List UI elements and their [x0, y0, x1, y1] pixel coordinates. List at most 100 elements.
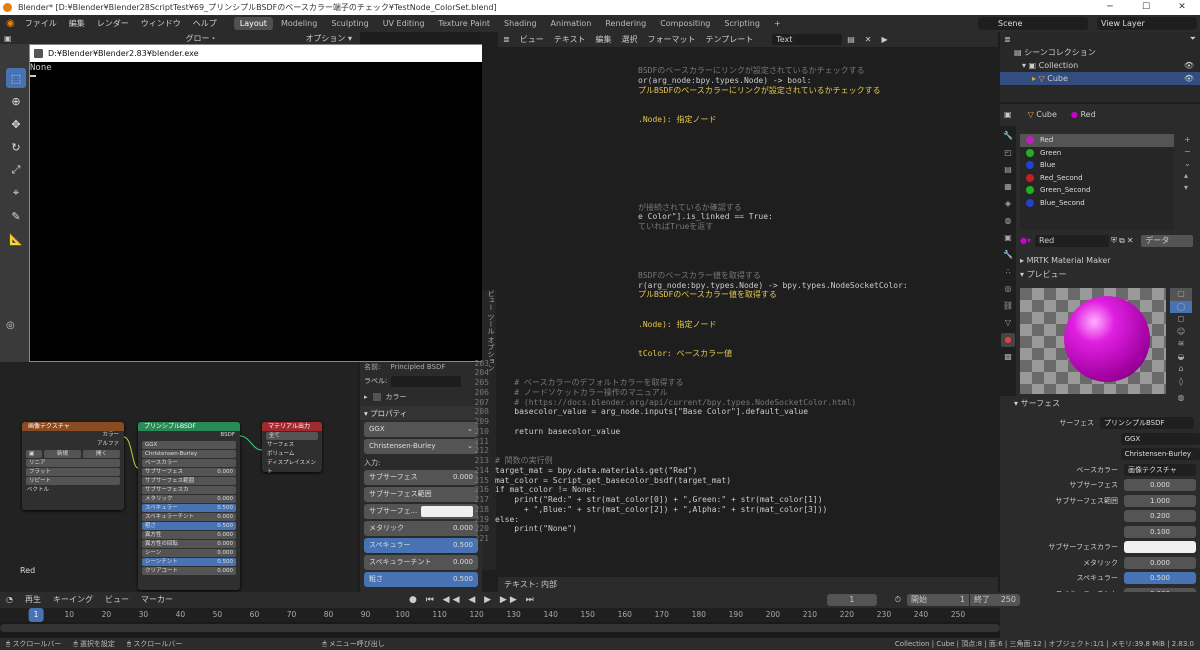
- view-layer-tab-icon[interactable]: ▦: [1001, 180, 1015, 194]
- outliner-cube[interactable]: ▸ ▽ Cube 👁: [1000, 72, 1200, 85]
- property-value[interactable]: 0.000: [1124, 556, 1196, 569]
- data-tab-icon[interactable]: ▽: [1001, 316, 1015, 330]
- tab-layout[interactable]: Layout: [233, 17, 273, 30]
- text-menu-edit[interactable]: 編集: [590, 32, 616, 47]
- timeline-body[interactable]: [0, 622, 1000, 638]
- measure-icon[interactable]: 📐: [6, 229, 26, 249]
- node-name-value[interactable]: Principled BSDF: [390, 363, 445, 371]
- preview-flat-icon[interactable]: ▢: [1170, 288, 1192, 301]
- transform-icon[interactable]: ⌖: [6, 183, 26, 203]
- outliner-collection[interactable]: ▾ ▣ Collection 👁: [1000, 59, 1200, 72]
- start-frame-field[interactable]: 開始 1: [906, 594, 969, 606]
- current-frame-field[interactable]: 1: [826, 594, 877, 606]
- material-slot[interactable]: Blue_Second: [1020, 197, 1174, 210]
- menu-window[interactable]: ウィンドウ: [135, 15, 187, 32]
- material-slot[interactable]: Red: [1020, 134, 1174, 147]
- view-layer-selector[interactable]: View Layer: [1097, 17, 1197, 30]
- surface-panel[interactable]: ▾ サーフェス: [1014, 397, 1060, 409]
- visibility-eye-icon[interactable]: 👁: [1184, 74, 1200, 83]
- node-input-field[interactable]: メタリック 0.000: [364, 521, 478, 536]
- scale-icon[interactable]: ⤢: [6, 160, 26, 180]
- mrtk-panel[interactable]: ▸ MRTK Material Maker: [1020, 254, 1111, 266]
- node-sss-dropdown[interactable]: Christensen-Burley ⌄: [364, 439, 478, 454]
- world-tab-icon[interactable]: ◍: [1001, 214, 1015, 228]
- cursor-icon[interactable]: ⊕: [6, 91, 26, 111]
- outliner-type-icon[interactable]: ≣: [1004, 35, 1011, 44]
- properties-type-icon[interactable]: ▣: [1004, 110, 1012, 119]
- color-swatch[interactable]: [421, 506, 473, 517]
- property-value[interactable]: 0.000: [1124, 479, 1196, 491]
- node-label-input[interactable]: [391, 375, 462, 387]
- move-down-icon[interactable]: ▾: [1184, 182, 1194, 194]
- tab-sculpting[interactable]: Sculpting: [325, 17, 374, 30]
- output-tab-icon[interactable]: ▤: [1001, 163, 1015, 177]
- preview-monkey-icon[interactable]: ☺: [1170, 326, 1192, 339]
- preview-shaderball-icon[interactable]: ◒: [1170, 351, 1192, 364]
- remove-slot-icon[interactable]: −: [1184, 146, 1194, 158]
- timeline-ruler[interactable]: 1 10 20 30 40 50 60 70 80 90 100 110 120 130 140 150 160…: [0, 608, 1000, 622]
- node-input-field[interactable]: サブサーフェス 0.000: [364, 470, 478, 485]
- constraints-tab-icon[interactable]: ⛓: [1001, 299, 1015, 313]
- node-properties-section[interactable]: ▾ プロパティ: [360, 406, 482, 420]
- properties-editor[interactable]: ▣ ▽ Cube ● Red Red Green Blue Red_Second Gre…: [1000, 104, 1200, 631]
- text-editor-type-icon[interactable]: ≣: [498, 32, 515, 47]
- tool-tab-icon[interactable]: 🔧: [1001, 129, 1015, 143]
- base-color-link-button[interactable]: 画像テクスチャ: [1124, 463, 1196, 476]
- add-slot-icon[interactable]: +: [1184, 134, 1194, 146]
- tab-rendering[interactable]: Rendering: [599, 17, 652, 30]
- tab-shading[interactable]: Shading: [498, 17, 543, 30]
- close-button[interactable]: ✕: [1164, 0, 1200, 15]
- object-tab-icon[interactable]: ▣: [1001, 231, 1015, 245]
- node-distribution-dropdown[interactable]: GGX ⌄: [364, 422, 478, 437]
- tab-uv-editing[interactable]: UV Editing: [377, 17, 431, 30]
- menu-file[interactable]: ファイル: [19, 15, 63, 32]
- timeline-type-icon[interactable]: ◔: [0, 592, 19, 608]
- minimize-button[interactable]: ─: [1092, 0, 1128, 15]
- preview-sphere-icon[interactable]: ◯: [1170, 300, 1192, 313]
- scene-selector[interactable]: Scene: [978, 17, 1088, 30]
- node-input-field[interactable]: スペキュラー 0.500: [364, 538, 478, 553]
- view-mode-icon[interactable]: ◎: [6, 320, 26, 334]
- tab-animation[interactable]: Animation: [545, 17, 598, 30]
- color-swatch[interactable]: [1124, 541, 1196, 553]
- move-icon[interactable]: ✥: [6, 114, 26, 134]
- material-sphere-icon[interactable]: ●▾: [1020, 236, 1031, 245]
- tab-scripting[interactable]: Scripting: [718, 17, 766, 30]
- timeline-menu-keying[interactable]: キーイング: [47, 592, 99, 608]
- filter-icon[interactable]: ⏷: [1190, 34, 1200, 44]
- preview-panel[interactable]: ▾ プレビュー: [1020, 268, 1067, 280]
- node-editor[interactable]: 画像テクスチャ カラー アルファ ▣ 新規 開く リニア フラット リピート ベ…: [0, 362, 358, 592]
- menu-render[interactable]: レンダー: [91, 15, 135, 32]
- unlink-icon[interactable]: ✕: [1127, 236, 1134, 245]
- node-input-field[interactable]: スペキュラーチント 0.000: [364, 555, 478, 570]
- node-input-field[interactable]: 粗さ 0.500: [364, 572, 478, 587]
- material-slot-list[interactable]: Red Green Blue Red_Second Green_Second Blue_S…: [1020, 134, 1174, 230]
- editor-type-icon[interactable]: ▣: [0, 34, 16, 43]
- surface-shader-dropdown[interactable]: プリンシプルBSDF: [1100, 417, 1194, 429]
- playback-controls[interactable]: ● ⏮ ◀◀ ◀ ▶ ▶▶ ⏭: [409, 595, 537, 605]
- end-frame-field[interactable]: 終了 250: [969, 594, 1020, 606]
- preview-hair-icon[interactable]: ≋: [1170, 338, 1192, 351]
- menu-help[interactable]: ヘルプ: [187, 15, 223, 32]
- select-box-icon[interactable]: ⬚: [6, 68, 26, 88]
- viewport-options-button[interactable]: オプション ▾: [305, 33, 360, 44]
- expand-arrow-icon[interactable]: ▸: [364, 393, 368, 401]
- move-up-icon[interactable]: ▴: [1184, 170, 1194, 182]
- annotate-icon[interactable]: ✎: [6, 206, 26, 226]
- timeline-menu-view[interactable]: ビュー: [99, 592, 135, 608]
- blender-menu-icon[interactable]: ◉: [6, 18, 19, 29]
- tab-modeling[interactable]: Modeling: [275, 17, 323, 30]
- material-slot[interactable]: Green: [1020, 147, 1174, 160]
- material-slot[interactable]: Blue: [1020, 159, 1174, 172]
- material-slot[interactable]: Green_Second: [1020, 184, 1174, 197]
- fake-user-icon[interactable]: ⛨: [1111, 236, 1117, 246]
- modifier-tab-icon[interactable]: 🔧: [1001, 248, 1015, 262]
- timeline-menu-marker[interactable]: マーカー: [135, 592, 179, 608]
- preview-cube-icon[interactable]: ◻: [1170, 313, 1192, 326]
- duplicate-icon[interactable]: ⧉: [1119, 236, 1125, 246]
- text-menu-text[interactable]: テキスト: [549, 32, 591, 47]
- text-menu-format[interactable]: フォーマット: [642, 32, 700, 47]
- scene-tab-icon[interactable]: ◈: [1001, 197, 1015, 211]
- preview-fluid-icon[interactable]: ◊: [1170, 376, 1192, 389]
- outliner[interactable]: ≣ ⏷ ▤ シーンコレクション ▾ ▣ Collection 👁 ▸ ▽ Cube…: [1000, 32, 1200, 102]
